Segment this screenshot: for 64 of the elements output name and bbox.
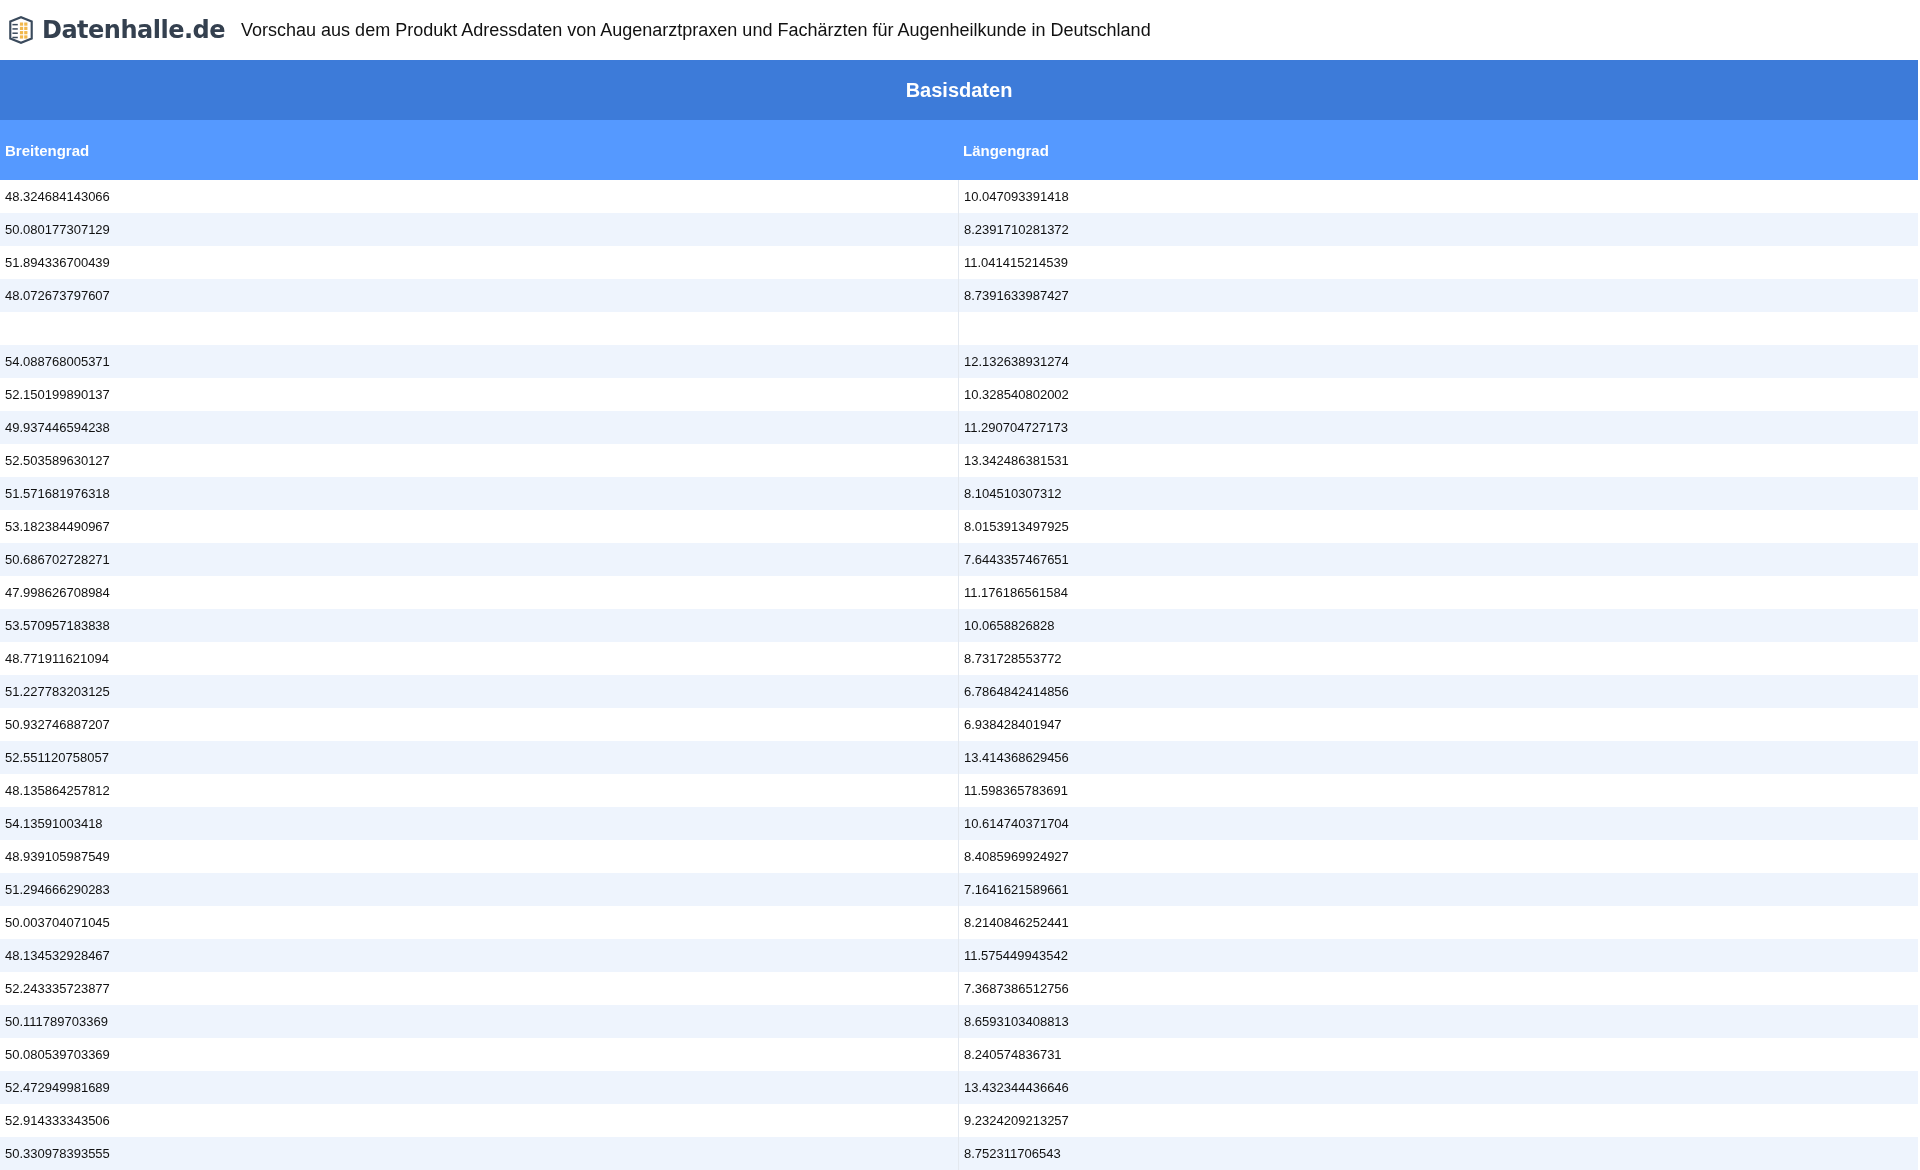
table-cell: 52.503589630127 xyxy=(5,453,110,468)
table-cell: 8.6593103408813 xyxy=(964,1014,1069,1029)
group-header: Basisdaten xyxy=(0,60,1918,120)
table-cell: 52.914333343506 xyxy=(5,1113,110,1128)
table-cell: 48.939105987549 xyxy=(5,849,110,864)
column-header: Breitengrad xyxy=(5,141,90,159)
table-cell: 7.3687386512756 xyxy=(964,981,1069,996)
table-cell: 8.4085969924927 xyxy=(964,849,1069,864)
table-cell: 13.432344436646 xyxy=(964,1080,1069,1095)
page-title: Vorschau aus dem Produkt Adressdaten von Augenarztpraxen und Fachärzten für Augenheilkunde in Deutschland xyxy=(241,19,1151,41)
table-cell: 48.134532928467 xyxy=(5,948,110,963)
table-cell: 50.111789703369 xyxy=(5,1014,108,1029)
table-cell: 8.240574836731 xyxy=(964,1047,1062,1062)
table-cell: 13.342486381531 xyxy=(964,453,1069,468)
table-cell: 53.570957183838 xyxy=(5,618,110,633)
table-cell: 49.937446594238 xyxy=(5,420,110,435)
table-cell: 48.771911621094 xyxy=(5,651,109,666)
table-cell: 51.571681976318 xyxy=(5,486,110,501)
table-cell: 8.7391633987427 xyxy=(964,288,1069,303)
table-cell: 8.2391710281372 xyxy=(964,222,1069,237)
table-cell: 10.614740371704 xyxy=(964,816,1069,831)
table-cell: 11.598365783691 xyxy=(964,783,1068,798)
table-cell: 7.6443357467651 xyxy=(964,552,1069,567)
table-cell: 54.088768005371 xyxy=(5,354,110,369)
table-cell: 6.7864842414856 xyxy=(964,684,1069,699)
table-cell: 47.998626708984 xyxy=(5,585,110,600)
table-cell: 11.290704727173 xyxy=(964,420,1068,435)
logo-icon xyxy=(6,15,36,45)
table-cell: 8.731728553772 xyxy=(964,651,1062,666)
table-cell: 51.227783203125 xyxy=(5,684,110,699)
table-cell: 50.330978393555 xyxy=(5,1146,110,1161)
table-cell: 50.080177307129 xyxy=(5,222,110,237)
table-cell: 50.003704071045 xyxy=(5,915,110,930)
table-cell: 10.328540802002 xyxy=(964,387,1069,402)
table-cell: 9.2324209213257 xyxy=(964,1113,1069,1128)
table-cell: 50.932746887207 xyxy=(5,717,110,732)
table-cell: 50.686702728271 xyxy=(5,552,110,567)
table-cell: 48.324684143066 xyxy=(5,189,110,204)
table-cell: 48.072673797607 xyxy=(5,288,110,303)
table-cell: 10.047093391418 xyxy=(964,189,1069,204)
table-cell: 8.0153913497925 xyxy=(964,519,1069,534)
table-cell: 11.041415214539 xyxy=(964,255,1068,270)
table-cell: 8.2140846252441 xyxy=(964,915,1069,930)
table-cell: 51.894336700439 xyxy=(5,255,110,270)
table-cell: 50.080539703369 xyxy=(5,1047,110,1062)
table-cell: 7.1641621589661 xyxy=(964,882,1069,897)
table-cell: 13.414368629456 xyxy=(964,750,1069,765)
column-header: Längengrad xyxy=(963,141,1049,159)
table-cell: 52.551120758057 xyxy=(5,750,109,765)
table-cell: 48.135864257812 xyxy=(5,783,110,798)
table-cell: 51.294666290283 xyxy=(5,882,110,897)
table-cell: 53.182384490967 xyxy=(5,519,110,534)
table-cell: 52.243335723877 xyxy=(5,981,110,996)
table-cell: 52.472949981689 xyxy=(5,1080,110,1095)
table-cell: 8.104510307312 xyxy=(964,486,1062,501)
table-cell: 10.0658826828 xyxy=(964,618,1055,633)
table-cell: 52.150199890137 xyxy=(5,387,110,402)
table-cell: 12.132638931274 xyxy=(964,354,1069,369)
table-cell: 11.575449943542 xyxy=(964,948,1068,963)
table-cell: 8.752311706543 xyxy=(964,1146,1061,1161)
brand-name: Datenhalle.de xyxy=(42,16,226,44)
table-cell: 11.176186561584 xyxy=(964,585,1068,600)
table-cell: 54.13591003418 xyxy=(5,816,103,831)
table-cell: 6.938428401947 xyxy=(964,717,1062,732)
